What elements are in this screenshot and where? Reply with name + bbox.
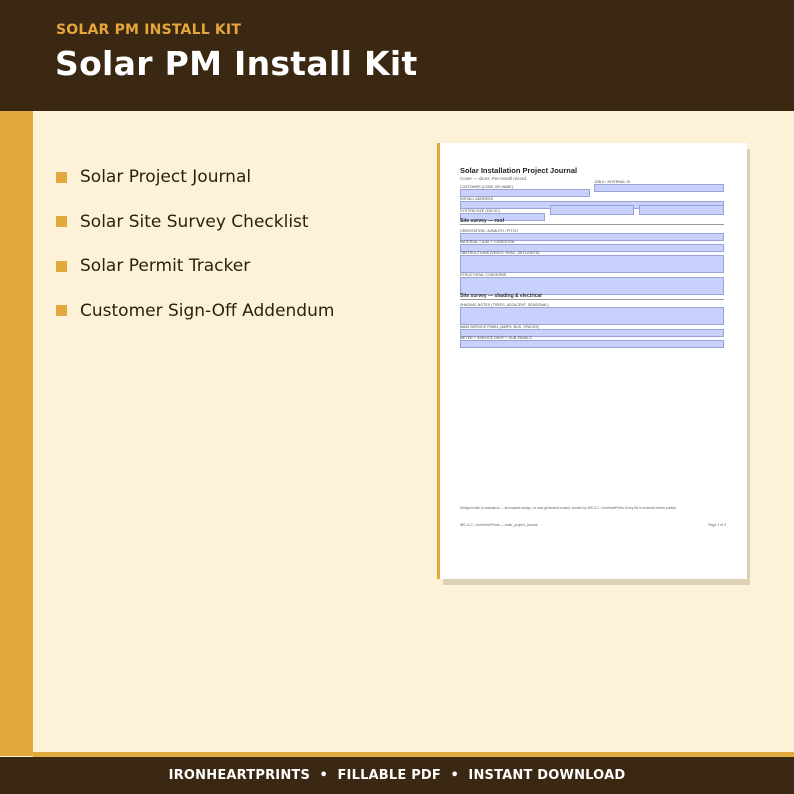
section-divider	[460, 224, 724, 225]
header-eyebrow: SOLAR PM INSTALL KIT	[56, 22, 242, 38]
page-title: Solar PM Install Kit	[55, 44, 418, 83]
bullet-square-icon	[56, 305, 67, 316]
system-detail-field[interactable]	[550, 205, 634, 215]
meter-field[interactable]	[460, 340, 724, 348]
document-subtitle: Cover — dices. Per-install record.	[460, 176, 528, 181]
job-id-field[interactable]	[594, 184, 724, 192]
list-item: Solar Site Survey Checklist	[56, 210, 334, 234]
product-list: Solar Project Journal Solar Site Survey …	[56, 165, 334, 343]
bullet-square-icon	[56, 260, 67, 272]
document-footer-left: IBS LLC / IronHeartPrints — solar_projec…	[460, 523, 538, 527]
document-title: Solar Installation Project Journal	[460, 166, 578, 175]
document-page-number: Page 1 of 3	[708, 523, 726, 527]
document-preview: Solar Installation Project Journal Cover…	[437, 143, 747, 579]
list-item: Solar Permit Tracker	[56, 254, 334, 278]
list-item: Solar Project Journal	[56, 165, 334, 189]
obstructions-field[interactable]	[460, 255, 724, 273]
section-divider	[460, 299, 724, 300]
list-item-label: Solar Project Journal	[80, 167, 252, 187]
list-item-label: Solar Permit Tracker	[80, 256, 251, 276]
list-item-label: Customer Sign-Off Addendum	[80, 300, 335, 321]
footer-text: IRONHEARTPRINTS • FILLABLE PDF • INSTANT…	[168, 768, 626, 783]
system-detail-field[interactable]	[639, 205, 724, 215]
list-item: Customer Sign-Off Addendum	[56, 299, 334, 323]
list-item-label: Solar Site Survey Checklist	[80, 211, 309, 232]
document-note: Designed with AI assistance — at-templat…	[460, 506, 678, 510]
shading-field[interactable]	[460, 307, 724, 325]
header-banner: SOLAR PM INSTALL KIT Solar PM Install Ki…	[0, 0, 794, 111]
customer-field[interactable]	[460, 189, 590, 197]
footer-banner: IRONHEARTPRINTS • FILLABLE PDF • INSTANT…	[0, 757, 794, 794]
left-accent-bar	[0, 111, 33, 756]
bullet-square-icon	[56, 171, 67, 183]
bullet-square-icon	[56, 216, 67, 227]
